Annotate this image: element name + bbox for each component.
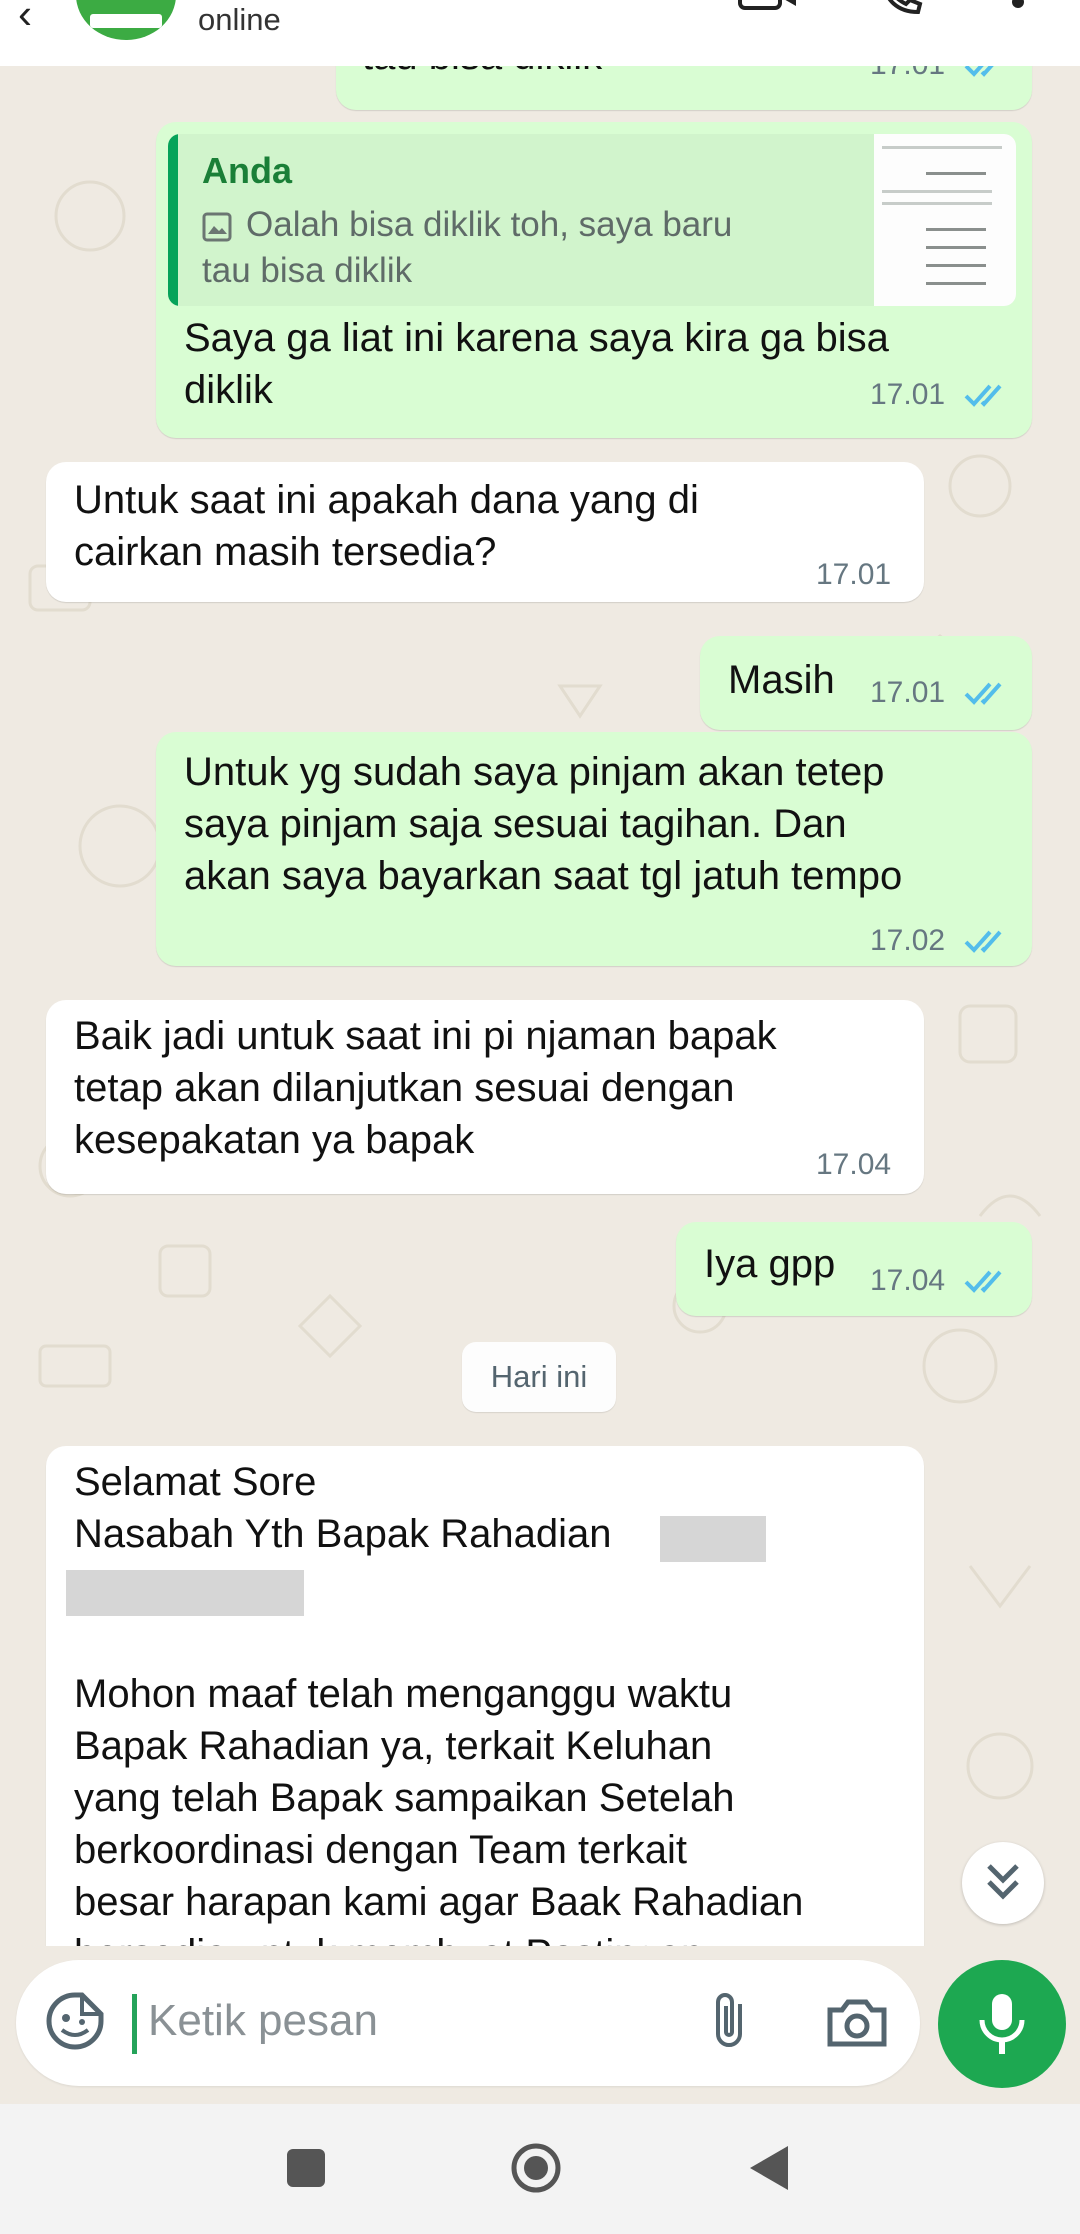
incoming-message[interactable]: Untuk saat ini apakah dana yang di cairk… [46,462,924,602]
outgoing-message[interactable]: Iya gpp 17.04 [676,1222,1032,1316]
voice-message-button[interactable] [938,1960,1066,2088]
message-time: 17.01 [816,558,892,591]
date-separator: Hari ini [462,1342,616,1412]
scroll-down-icon [987,1864,1019,1900]
message-time: 17.01 [870,676,946,709]
quote-text: Oalah bisa diklik toh, saya baru tau bis… [202,205,733,290]
message-text: Untuk saat ini apakah dana yang di cairk… [74,478,699,574]
quoted-reply[interactable]: Anda Oalah bisa diklik toh, saya baru ta… [168,134,1016,306]
message-input-box[interactable]: Ketik pesan [16,1960,920,2086]
read-receipt-icon [964,1270,1002,1293]
system-navigation-bar [0,2104,1080,2234]
more-options-icon[interactable] [1010,0,1026,12]
read-receipt-icon [964,930,1002,953]
message-text: Mohon maaf telah menganggu waktu Bapak R… [74,1672,804,1946]
outgoing-message[interactable]: Masih 17.01 [700,636,1032,730]
attach-icon[interactable] [706,1990,752,2054]
read-receipt-icon [964,384,1002,407]
video-call-icon[interactable] [738,0,798,12]
quote-thumbnail [874,134,1016,306]
outgoing-message[interactable]: tau bisa diklik 17.01 [336,66,1032,110]
incoming-message[interactable]: Selamat Sore Nasabah Yth Bapak Rahadian … [46,1446,924,1946]
redacted-block [66,1570,304,1616]
nav-back-icon[interactable] [748,2144,790,2192]
message-time: 17.01 [870,378,946,411]
message-text: Saya ga liat ini karena saya kira ga bis… [184,316,889,412]
message-text: tau bisa diklik [362,66,602,82]
message-text: Iya gpp [704,1242,836,1286]
outgoing-message-with-reply[interactable]: Anda Oalah bisa diklik toh, saya baru ta… [156,122,1032,438]
contact-status: online [198,2,281,37]
back-arrow-icon[interactable]: ‹ [18,0,32,38]
message-time: 17.04 [816,1148,892,1181]
message-time: 17.02 [870,924,946,957]
incoming-message[interactable]: Baik jadi untuk saat ini pi njaman bapak… [46,1000,924,1194]
quote-author: Anda [202,150,292,191]
nav-recents-icon[interactable] [287,2149,325,2187]
chat-area[interactable]: tau bisa diklik 17.01 Anda Oalah bisa di… [0,66,1080,1946]
message-line-addressee: Nasabah Yth Bapak Rahadian [74,1512,612,1556]
nav-home-icon[interactable] [510,2142,562,2194]
avatar-logo-strip [90,14,162,28]
scroll-to-bottom-button[interactable] [962,1842,1044,1924]
read-receipt-icon [964,682,1002,705]
camera-icon[interactable] [826,1996,888,2048]
outgoing-message[interactable]: Untuk yg sudah saya pinjam akan tetep sa… [156,732,1032,966]
message-time: 17.04 [870,1264,946,1297]
voice-call-icon[interactable] [880,0,924,16]
redacted-block [660,1516,766,1562]
quote-accent-bar [168,134,178,306]
chat-header: ‹ online [0,0,1080,66]
contact-avatar[interactable] [76,0,176,40]
message-text: Masih [728,658,835,702]
text-cursor [132,1994,137,2054]
mic-icon [979,1994,1025,2054]
message-text: Untuk yg sudah saya pinjam akan tetep sa… [184,750,903,898]
emoji-sticker-icon[interactable] [44,1990,106,2052]
message-composer: Ketik pesan [0,1946,1080,2104]
read-receipt-icon [964,66,994,77]
message-line-greeting: Selamat Sore [74,1460,317,1504]
message-input[interactable]: Ketik pesan [148,1996,378,2046]
message-text: Baik jadi untuk saat ini pi njaman bapak… [74,1014,777,1162]
message-time: 17.01 [870,66,945,82]
